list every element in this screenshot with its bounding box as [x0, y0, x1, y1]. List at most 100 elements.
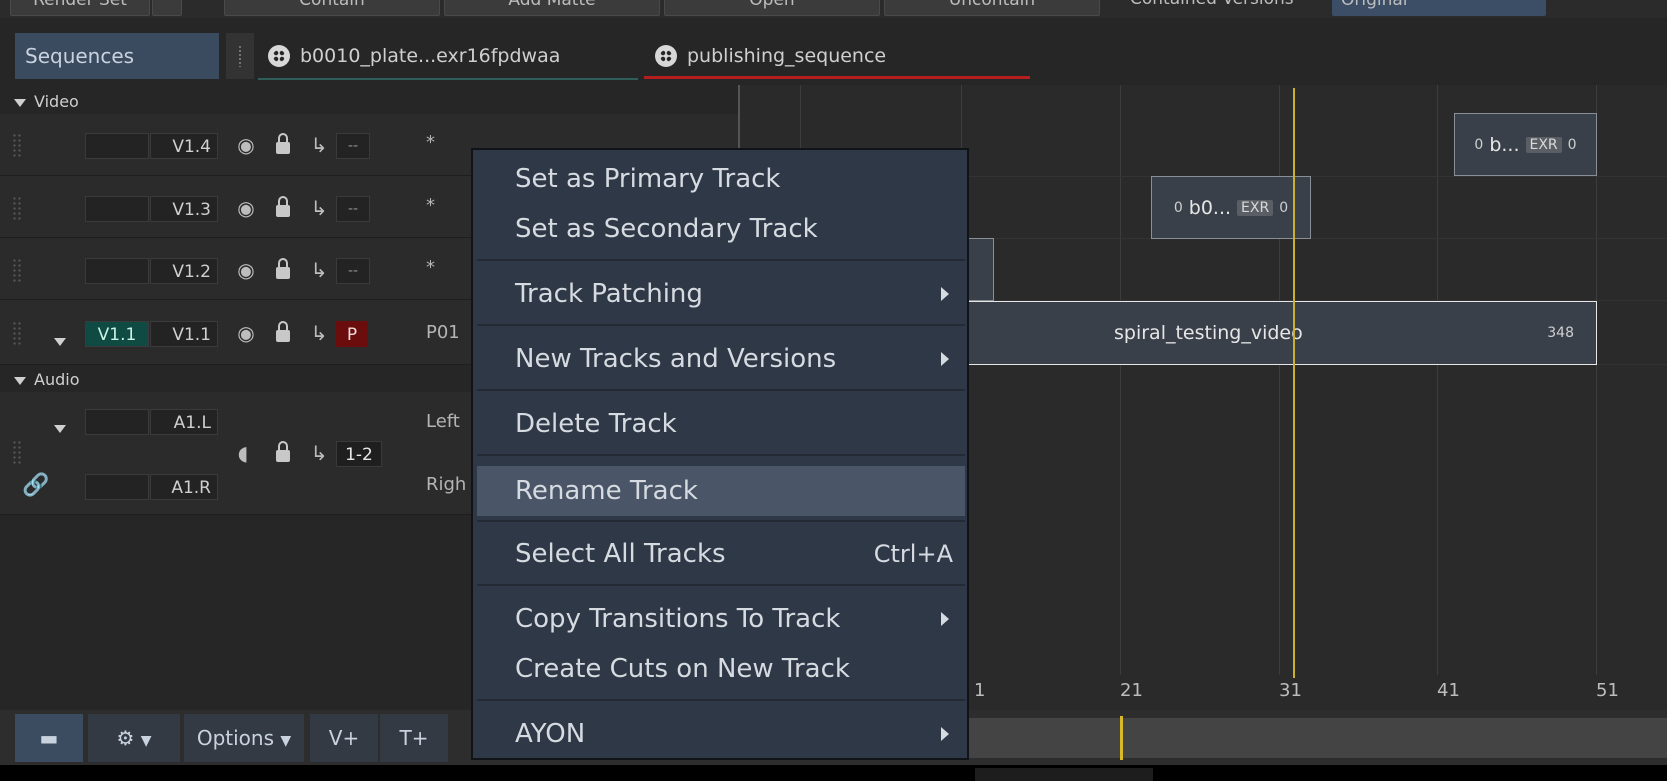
clip-spiral-testing-video[interactable]: spiral_testing_video 348: [900, 301, 1597, 365]
eye-icon[interactable]: ◉: [233, 321, 259, 345]
shortcut-label: Ctrl+A: [873, 540, 953, 568]
scrub-playhead[interactable]: [1120, 716, 1123, 760]
lock-icon[interactable]: [270, 441, 296, 465]
contain-button[interactable]: Contain: [224, 0, 440, 16]
render-set-dropdown[interactable]: [152, 0, 182, 16]
menu-item-set-primary-track[interactable]: Set as Primary Track: [473, 156, 967, 202]
menu-item-rename-track[interactable]: Rename Track: [477, 466, 965, 516]
track-name-field[interactable]: V1.2: [150, 258, 218, 284]
source-field[interactable]: [85, 196, 149, 222]
collapse-triangle-icon: [14, 376, 26, 385]
patch-arrow-icon[interactable]: ↳: [306, 196, 332, 220]
uncontain-button[interactable]: Uncontain: [884, 0, 1100, 16]
clip-v1-3[interactable]: 0 b0... EXR 0: [1151, 176, 1311, 239]
eye-icon[interactable]: ◉: [233, 196, 259, 220]
menu-separator: [477, 324, 965, 326]
audio-patch-field[interactable]: 1-2: [336, 441, 382, 467]
playhead[interactable]: [1293, 88, 1295, 678]
grid-line: [1437, 85, 1438, 675]
lock-icon[interactable]: [270, 258, 296, 282]
drag-handle-icon[interactable]: [12, 258, 22, 282]
active-tab-underline: [644, 76, 1030, 79]
speaker-icon[interactable]: ◖: [230, 441, 256, 465]
lock-icon[interactable]: [270, 321, 296, 345]
source-field[interactable]: [85, 133, 149, 159]
menu-item-ayon[interactable]: AYON: [473, 711, 967, 757]
track-context-menu: Set as Primary Track Set as Secondary Tr…: [471, 148, 969, 760]
drag-handle-icon[interactable]: [12, 440, 22, 464]
source-field-right[interactable]: [85, 474, 149, 500]
ruler-tick-label: 31: [1279, 680, 1302, 701]
grid-line: [1279, 85, 1280, 675]
render-set-button[interactable]: Render Set: [10, 0, 150, 16]
patch-field[interactable]: --: [336, 196, 370, 222]
primary-patch-badge[interactable]: P: [336, 321, 368, 347]
track-name-field-left[interactable]: A1.L: [150, 409, 218, 435]
exr-badge: EXR: [1525, 136, 1562, 153]
add-text-track-button[interactable]: T+: [380, 714, 448, 762]
drag-handle-icon[interactable]: [12, 133, 22, 157]
source-field[interactable]: V1.1: [85, 321, 149, 347]
track-label: *: [426, 195, 435, 216]
menu-item-select-all-tracks[interactable]: Select All Tracks Ctrl+A: [473, 531, 967, 577]
lock-icon[interactable]: [270, 133, 296, 157]
menu-item-create-cuts-on-new-track[interactable]: Create Cuts on New Track: [473, 646, 967, 692]
patch-arrow-icon[interactable]: ↳: [306, 133, 332, 157]
exr-badge: EXR: [1237, 199, 1274, 216]
submenu-arrow-icon: [941, 612, 949, 626]
patch-arrow-icon[interactable]: ↳: [306, 441, 332, 465]
ruler-tick-label: 51: [1596, 680, 1619, 701]
menu-item-new-tracks-and-versions[interactable]: New Tracks and Versions: [473, 336, 967, 382]
panel-grip[interactable]: [226, 33, 254, 79]
film-reel-icon: [655, 45, 677, 67]
source-field[interactable]: [85, 258, 149, 284]
patch-arrow-icon[interactable]: ↳: [306, 321, 332, 345]
link-icon[interactable]: 🔗: [22, 474, 49, 498]
sequences-button[interactable]: Sequences: [15, 33, 219, 79]
tab-publishing-sequence-label: publishing_sequence: [687, 45, 887, 67]
track-name-field-right[interactable]: A1.R: [150, 474, 218, 500]
horizontal-scrollbar[interactable]: [0, 765, 1667, 781]
drag-handle-icon[interactable]: [12, 321, 22, 345]
menu-separator: [477, 454, 965, 456]
settings-button[interactable]: ⚙ ▼: [88, 714, 180, 762]
scrub-bar[interactable]: [960, 718, 1667, 758]
menu-separator: [477, 584, 965, 586]
collapse-triangle-icon: [14, 98, 26, 107]
menu-item-track-patching[interactable]: Track Patching: [473, 271, 967, 317]
patch-field[interactable]: --: [336, 133, 370, 159]
drag-handle-icon[interactable]: [12, 196, 22, 220]
menu-item-copy-transitions-to-track[interactable]: Copy Transitions To Track: [473, 596, 967, 642]
add-video-track-button[interactable]: V+: [310, 714, 378, 762]
eye-icon[interactable]: ◉: [233, 133, 259, 157]
add-matte-button[interactable]: Add Matte: [444, 0, 660, 16]
expand-triangle-icon[interactable]: [54, 331, 74, 350]
submenu-arrow-icon: [941, 287, 949, 301]
track-name-field[interactable]: V1.3: [150, 196, 218, 222]
track-name-field[interactable]: V1.4: [150, 133, 218, 159]
menu-separator: [477, 520, 965, 522]
grid-line: [1120, 85, 1121, 675]
scrollbar-thumb[interactable]: [975, 768, 1153, 781]
patch-arrow-icon[interactable]: ↳: [306, 258, 332, 282]
track-label: P01: [426, 322, 460, 343]
track-label: *: [426, 132, 435, 153]
video-section-header[interactable]: Video: [0, 90, 740, 114]
options-button[interactable]: Options ▼: [184, 714, 304, 762]
open-button[interactable]: Open: [664, 0, 880, 16]
submenu-arrow-icon: [941, 352, 949, 366]
lock-icon[interactable]: [270, 196, 296, 220]
clip-v1-4[interactable]: 0 b... EXR 0: [1454, 113, 1597, 176]
patch-field[interactable]: --: [336, 258, 370, 284]
ruler-tick-label: 41: [1437, 680, 1460, 701]
source-field-left[interactable]: [85, 409, 149, 435]
track-name-field[interactable]: V1.1: [150, 321, 218, 347]
eye-icon[interactable]: ◉: [233, 258, 259, 282]
track-layout-icon[interactable]: ▬: [15, 714, 83, 762]
tab-plate[interactable]: b0010_plate...exr16fpdwaa: [268, 33, 560, 79]
menu-item-delete-track[interactable]: Delete Track: [473, 401, 967, 447]
tab-publishing-sequence[interactable]: publishing_sequence: [655, 33, 886, 79]
contained-versions-select[interactable]: Original: [1332, 0, 1546, 16]
expand-triangle-icon[interactable]: [54, 418, 74, 437]
menu-item-set-secondary-track[interactable]: Set as Secondary Track: [473, 206, 967, 252]
